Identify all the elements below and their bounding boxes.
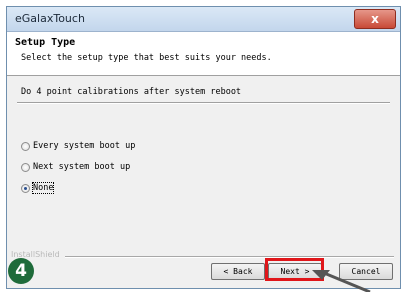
arrow-pointer-icon — [312, 270, 371, 292]
page-title: Setup Type — [15, 37, 76, 48]
header-panel: Setup Type Select the setup type that be… — [7, 32, 400, 76]
installer-window: eGalaxTouch x Setup Type Select the setu… — [6, 6, 401, 289]
footer-divider — [65, 256, 394, 258]
radio-label: None — [31, 182, 55, 194]
radio-button[interactable] — [21, 163, 30, 172]
radio-button-selected[interactable] — [21, 184, 30, 193]
page-subtitle: Select the setup type that best suits yo… — [21, 53, 272, 63]
window-title: eGalaxTouch — [15, 12, 85, 25]
radio-label: Every system boot up — [33, 141, 136, 151]
close-icon: x — [371, 12, 379, 26]
radio-button[interactable] — [21, 142, 30, 151]
step-badge: 4 — [8, 258, 34, 284]
back-button[interactable]: < Back — [211, 263, 265, 280]
question-label: Do 4 point calibrations after system reb… — [21, 87, 242, 97]
title-bar: eGalaxTouch x — [7, 7, 400, 32]
close-button[interactable]: x — [354, 9, 396, 29]
divider — [17, 102, 390, 104]
radio-label: Next system boot up — [33, 162, 131, 172]
